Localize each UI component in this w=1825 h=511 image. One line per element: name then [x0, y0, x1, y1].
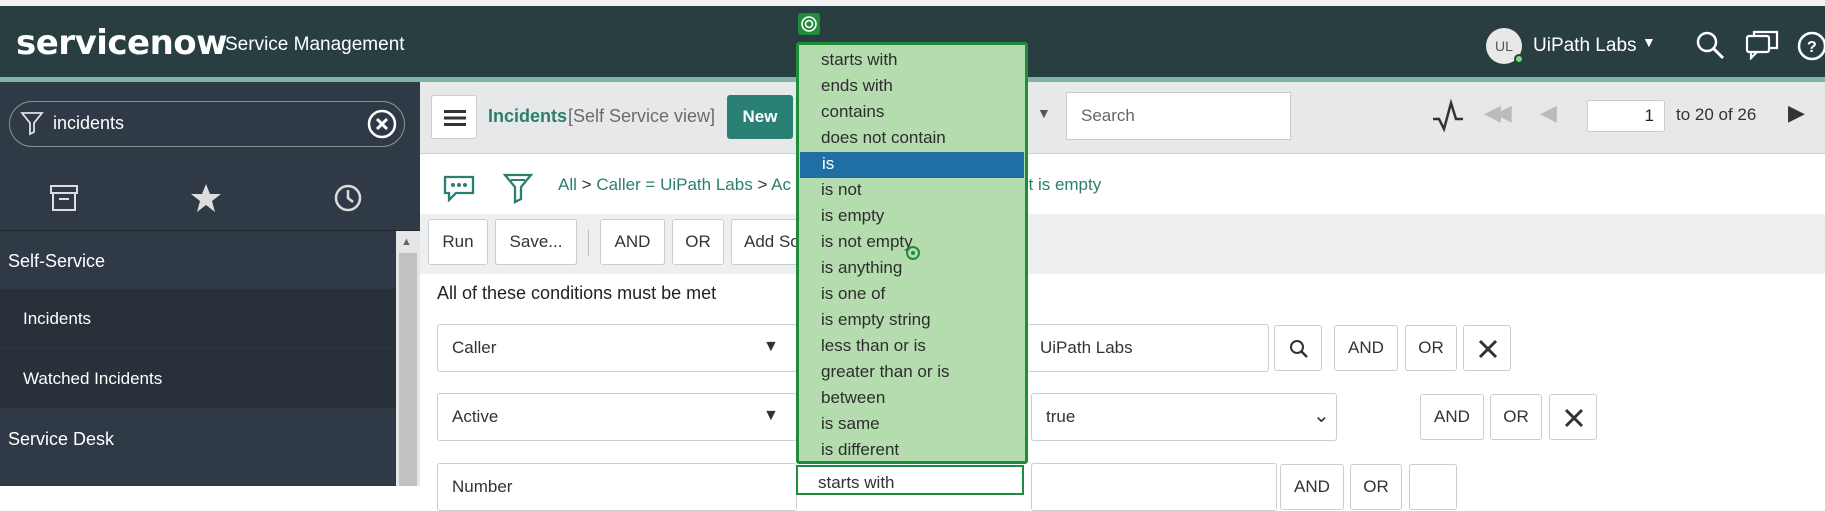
- add-or-button[interactable]: OR: [672, 219, 724, 265]
- condition-field-select[interactable]: Active: [437, 393, 797, 441]
- page-number-input[interactable]: 1: [1587, 100, 1665, 132]
- condition-and-button[interactable]: AND: [1280, 464, 1344, 510]
- operator-option[interactable]: is not: [799, 178, 1025, 204]
- condition-value-input[interactable]: UiPath Labs: [1025, 324, 1269, 372]
- operator-option[interactable]: is empty: [799, 204, 1025, 230]
- search-input[interactable]: Search: [1066, 92, 1291, 140]
- operator-option[interactable]: greater than or is: [799, 360, 1025, 386]
- help-icon[interactable]: ?: [1796, 30, 1825, 62]
- navigator-filter-value[interactable]: incidents: [53, 113, 124, 134]
- toolbar-divider: [588, 230, 589, 256]
- target-marker-icon: [798, 13, 820, 35]
- condition-field-select[interactable]: Number: [437, 463, 797, 511]
- chevron-down-icon: ⌄: [1313, 405, 1330, 427]
- comment-icon[interactable]: [442, 174, 476, 202]
- add-sort-button[interactable]: Add So: [731, 219, 801, 265]
- condition-value-input[interactable]: [1031, 463, 1277, 511]
- operator-option[interactable]: does not contain: [799, 126, 1025, 152]
- filter-icon: [20, 112, 44, 136]
- nav-section-service-desk[interactable]: Service Desk: [0, 409, 396, 467]
- filter-toggle-icon[interactable]: [503, 172, 533, 204]
- breadcrumb-all[interactable]: All: [558, 175, 577, 194]
- hamburger-icon: [444, 110, 466, 126]
- condition-operator-select[interactable]: starts with: [796, 465, 1024, 495]
- remove-condition-button[interactable]: [1463, 325, 1511, 371]
- list-view-name: [Self Service view]: [568, 106, 716, 126]
- save-filter-button[interactable]: Save...: [495, 219, 577, 265]
- breadcrumb-separator: >: [757, 175, 768, 194]
- operator-option[interactable]: contains: [799, 100, 1025, 126]
- chevron-down-icon: ▼: [763, 407, 779, 424]
- run-filter-button[interactable]: Run: [428, 219, 488, 265]
- presence-indicator: [1514, 54, 1524, 64]
- new-button[interactable]: New: [727, 95, 793, 139]
- history-icon[interactable]: [333, 183, 363, 213]
- cursor-target-icon: [906, 246, 920, 260]
- nav-section-self-service[interactable]: Self-Service: [0, 231, 396, 289]
- breadcrumb: All > Caller = UiPath Labs > Ac: [558, 175, 791, 195]
- add-and-button[interactable]: AND: [600, 219, 665, 265]
- list-context-menu-button[interactable]: [431, 95, 477, 139]
- chat-icon[interactable]: [1745, 30, 1779, 60]
- operator-option[interactable]: starts with: [799, 48, 1025, 74]
- star-icon[interactable]: [190, 182, 222, 214]
- search-icon[interactable]: [1695, 30, 1725, 60]
- servicenow-logo[interactable]: servicenow: [16, 23, 228, 63]
- condition-or-button[interactable]: OR: [1350, 464, 1402, 510]
- next-page-icon[interactable]: ▶: [1788, 100, 1805, 126]
- remove-condition-button[interactable]: [1409, 464, 1457, 510]
- operator-option[interactable]: ends with: [799, 74, 1025, 100]
- list-title[interactable]: Incidents: [488, 106, 567, 127]
- user-menu[interactable]: UiPath Labs: [1533, 35, 1637, 57]
- breadcrumb-separator: >: [581, 175, 592, 194]
- operator-option[interactable]: is same: [799, 412, 1025, 438]
- app-title: Service Management: [225, 34, 405, 55]
- operator-option[interactable]: less than or is: [799, 334, 1025, 360]
- condition-value-select[interactable]: true: [1031, 393, 1337, 441]
- nav-item-incidents[interactable]: Incidents: [0, 289, 396, 349]
- nav-item-watched-incidents[interactable]: Watched Incidents: [0, 349, 396, 409]
- reference-lookup-button[interactable]: [1274, 325, 1322, 371]
- close-icon: [1564, 408, 1584, 428]
- page-range: to 20 of 26: [1676, 105, 1757, 124]
- caret-down-icon[interactable]: ▼: [1642, 34, 1656, 50]
- operator-option-selected[interactable]: is: [800, 152, 1024, 178]
- scroll-up-icon[interactable]: ▲: [401, 236, 412, 248]
- scrollbar-thumb[interactable]: [399, 253, 417, 486]
- svg-text:?: ?: [1807, 39, 1817, 56]
- operator-option[interactable]: is one of: [799, 282, 1025, 308]
- breadcrumb-last[interactable]: st is empty: [1020, 175, 1101, 195]
- navigator-menu: Self-Service Incidents Watched Incidents…: [0, 231, 396, 467]
- operator-option[interactable]: is different: [799, 438, 1025, 464]
- condition-and-button[interactable]: AND: [1420, 394, 1484, 440]
- condition-field-select[interactable]: Caller: [437, 324, 797, 372]
- search-field-caret-icon[interactable]: ▼: [1037, 105, 1051, 121]
- previous-page-icon[interactable]: ◀: [1540, 100, 1557, 126]
- condition-or-button[interactable]: OR: [1405, 325, 1457, 371]
- chevron-down-icon: ▼: [763, 338, 779, 355]
- first-page-icon[interactable]: ◀◀: [1484, 100, 1512, 126]
- operator-option[interactable]: between: [799, 386, 1025, 412]
- conditions-label: All of these conditions must be met: [437, 283, 717, 303]
- archive-icon[interactable]: [49, 184, 79, 212]
- clear-filter-icon[interactable]: [366, 108, 398, 140]
- search-icon: [1290, 340, 1308, 358]
- close-icon: [1478, 339, 1498, 359]
- operator-option[interactable]: is empty string: [799, 308, 1025, 334]
- condition-and-button[interactable]: AND: [1334, 325, 1398, 371]
- breadcrumb-caller[interactable]: Caller = UiPath Labs: [596, 175, 752, 194]
- condition-or-button[interactable]: OR: [1490, 394, 1542, 440]
- remove-condition-button[interactable]: [1549, 394, 1597, 440]
- breadcrumb-active[interactable]: Ac: [771, 175, 791, 194]
- activity-icon[interactable]: [1431, 99, 1465, 133]
